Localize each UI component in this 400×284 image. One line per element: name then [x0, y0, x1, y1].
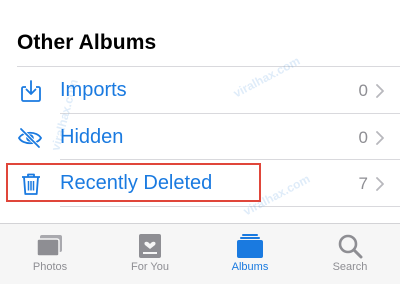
album-count: 0: [358, 81, 368, 100]
tab-search[interactable]: Search: [300, 224, 400, 284]
highlight-box: [6, 163, 261, 202]
tab-bar: Photos For You Albums Search: [0, 223, 400, 284]
divider: [60, 206, 400, 207]
tab-label: Search: [332, 261, 368, 273]
tab-label: Albums: [231, 261, 269, 273]
chevron-right-icon: [376, 131, 384, 145]
chevron-right-icon: [376, 84, 384, 98]
import-icon: [21, 80, 41, 102]
tab-for-you[interactable]: For You: [100, 224, 200, 284]
tab-photos[interactable]: Photos: [0, 224, 100, 284]
tab-label: Photos: [32, 261, 68, 273]
for-you-icon: [139, 234, 161, 258]
album-count: 0: [358, 128, 368, 147]
eye-slash-icon: [17, 127, 43, 149]
chevron-right-icon: [376, 177, 384, 191]
tab-albums[interactable]: Albums: [200, 224, 300, 284]
album-count: 7: [358, 174, 368, 193]
section-title: Other Albums: [17, 31, 157, 54]
album-label: Hidden: [60, 126, 124, 148]
albums-icon: [237, 234, 263, 258]
photos-icon: [36, 235, 62, 257]
search-icon: [338, 234, 363, 259]
tab-label: For You: [131, 261, 169, 273]
